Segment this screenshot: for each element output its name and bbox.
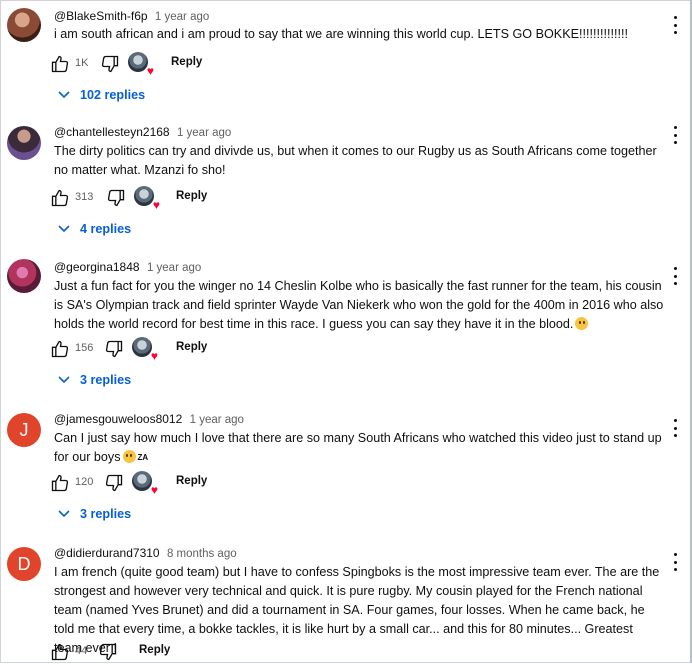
comment-header: @jamesgouweloos8012 1 year ago xyxy=(54,411,244,428)
flag-za-text: ZA xyxy=(137,453,149,462)
reply-button[interactable]: Reply xyxy=(176,475,207,487)
avatar[interactable]: D xyxy=(7,547,41,581)
like-count: 120 xyxy=(75,476,94,488)
chevron-down-icon xyxy=(58,225,70,233)
avatar[interactable]: J xyxy=(7,413,41,447)
chevron-down-icon xyxy=(58,376,70,384)
comment-time[interactable]: 1 year ago xyxy=(155,11,209,23)
replies-count: 4 replies xyxy=(80,222,132,236)
creator-heart-badge: ♥ xyxy=(134,186,160,211)
avatar-letter: D xyxy=(17,553,31,574)
creator-heart-badge: ♥ xyxy=(128,52,154,77)
replies-count: 3 replies xyxy=(80,373,132,387)
comment-text-body: Just a fun fact for you the winger no 14… xyxy=(54,279,664,331)
avatar[interactable] xyxy=(7,259,41,293)
thumbs-up-icon[interactable] xyxy=(50,339,70,359)
chevron-down-icon xyxy=(58,510,70,518)
comment-time[interactable]: 8 months ago xyxy=(167,548,237,560)
creator-heart-badge: ♥ xyxy=(132,471,158,496)
comment-author[interactable]: @georgina1848 xyxy=(54,260,140,274)
chevron-down-icon xyxy=(58,91,70,99)
comment-header: @georgina1848 1 year ago xyxy=(54,259,201,276)
thumbs-down-icon[interactable] xyxy=(104,339,124,359)
view-replies-button[interactable]: 102 replies xyxy=(58,88,145,102)
reply-button[interactable]: Reply xyxy=(176,341,207,353)
like-count: 44 xyxy=(75,645,88,657)
comment-text: i am south african and i am proud to say… xyxy=(54,27,628,41)
comment-header: @didierdurand7310 8 months ago xyxy=(54,545,237,562)
comment-text: Can I just say how much I love that ther… xyxy=(54,429,664,467)
like-count: 156 xyxy=(75,342,94,354)
thumbs-up-icon[interactable] xyxy=(50,642,70,662)
thumbs-down-icon[interactable] xyxy=(104,473,124,493)
more-actions-icon[interactable] xyxy=(672,553,678,571)
smile-emoji-icon xyxy=(575,317,589,330)
avatar[interactable] xyxy=(7,126,41,160)
comment-text: The dirty politics can try and divivde u… xyxy=(54,144,657,177)
thumbs-down-icon[interactable] xyxy=(106,188,126,208)
more-actions-icon[interactable] xyxy=(672,419,678,437)
creator-heart-badge: ♥ xyxy=(132,337,158,362)
reply-button[interactable]: Reply xyxy=(171,56,202,68)
comment-time[interactable]: 1 year ago xyxy=(147,262,201,274)
comment-author[interactable]: @BlakeSmith-f6p xyxy=(54,9,148,23)
view-replies-button[interactable]: 4 replies xyxy=(58,222,131,236)
avatar-letter: J xyxy=(19,419,29,440)
comment-author[interactable]: @jamesgouweloos8012 xyxy=(54,412,182,426)
reply-button[interactable]: Reply xyxy=(139,644,170,656)
comment-time[interactable]: 1 year ago xyxy=(190,414,244,426)
like-count: 313 xyxy=(75,191,94,203)
comment-author[interactable]: @didierdurand7310 xyxy=(54,546,160,560)
comment-time[interactable]: 1 year ago xyxy=(177,127,231,139)
comment-header: @BlakeSmith-f6p 1 year ago xyxy=(54,8,209,25)
comment-text: Just a fun fact for you the winger no 14… xyxy=(54,277,664,334)
thumbs-up-icon[interactable] xyxy=(50,54,70,74)
thumbs-down-icon[interactable] xyxy=(98,642,118,662)
comment-author[interactable]: @chantellesteyn2168 xyxy=(54,125,170,139)
reply-button[interactable]: Reply xyxy=(176,190,207,202)
replies-count: 3 replies xyxy=(80,507,132,521)
thumbs-up-icon[interactable] xyxy=(50,473,70,493)
more-actions-icon[interactable] xyxy=(672,267,678,285)
comment-header: @chantellesteyn2168 1 year ago xyxy=(54,124,231,141)
more-actions-icon[interactable] xyxy=(672,126,678,144)
view-replies-button[interactable]: 3 replies xyxy=(58,507,131,521)
laugh-emoji-icon xyxy=(122,450,136,463)
view-replies-button[interactable]: 3 replies xyxy=(58,373,131,387)
avatar[interactable] xyxy=(7,8,41,42)
thumbs-down-icon[interactable] xyxy=(100,54,120,74)
replies-count: 102 replies xyxy=(80,88,146,102)
like-count: 1K xyxy=(75,57,89,69)
thumbs-up-icon[interactable] xyxy=(50,188,70,208)
more-actions-icon[interactable] xyxy=(672,16,678,34)
